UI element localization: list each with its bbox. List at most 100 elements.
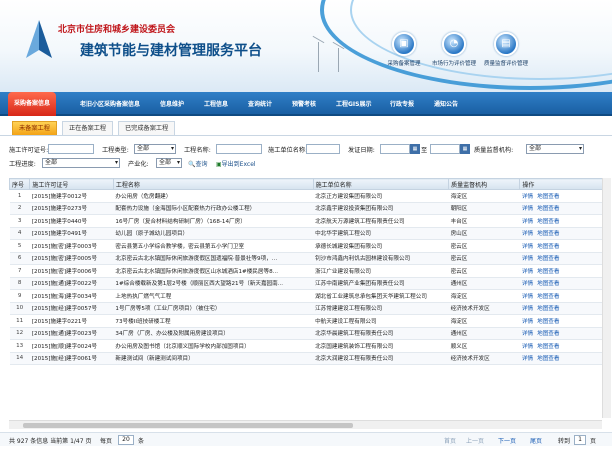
- type-select[interactable]: 全部: [134, 144, 176, 154]
- name-input[interactable]: [216, 144, 262, 154]
- nav-item-gis[interactable]: 工程GIS展示: [336, 99, 371, 108]
- map-view-link[interactable]: 地图查看: [537, 294, 559, 300]
- nav-item-warning[interactable]: 预警考核: [292, 99, 316, 108]
- map-view-link[interactable]: 地图查看: [537, 231, 559, 237]
- search-button[interactable]: 🔍查询: [188, 159, 208, 168]
- cell-index: 9: [9, 289, 30, 303]
- detail-link[interactable]: 详情: [522, 281, 533, 287]
- table-row[interactable]: 9 [2015]施[海]建字0034号 上地热执厂燃气气工程 湖北省工业建筑总承包集团…: [9, 289, 606, 303]
- table-row[interactable]: 6 [2015]施[密]建字0005号 北京密云古北水镇国际休闲旅游度假区国遗福院·…: [9, 252, 606, 265]
- detail-link[interactable]: 详情: [522, 194, 533, 200]
- table-row[interactable]: 7 [2015]施[密]建字0006号 北京密云古北水镇国际休闲旅游度假区山水城酒店…: [9, 264, 606, 278]
- map-view-link[interactable]: 地图查看: [537, 319, 559, 325]
- table-row[interactable]: 2 [2015]施建字0273号 配套热力设施（金海国际小区配套热力行政办公楼工程）…: [9, 202, 606, 215]
- map-view-link[interactable]: 地图查看: [537, 331, 559, 337]
- nav-item-old-community[interactable]: 老旧小区采购备案信息: [80, 99, 140, 108]
- next-page-button[interactable]: 下一页: [498, 436, 516, 445]
- detail-link[interactable]: 详情: [522, 319, 533, 325]
- table-row[interactable]: 11 [2015]施建字0221号 73号楼II班技研楼工程 中航天建设工程有限公司海…: [9, 314, 606, 328]
- col-header-permit[interactable]: 施工许可证号: [29, 178, 114, 190]
- detail-link[interactable]: 详情: [522, 231, 533, 237]
- pagination: 共 927 条信息 当前第 1/47 页 每页 20 条 首页 上一页 下一页 …: [0, 432, 612, 446]
- cell-index: 14: [9, 352, 30, 365]
- permit-input[interactable]: [48, 144, 94, 154]
- date-label: 发证日期:: [348, 147, 375, 154]
- table-row[interactable]: 14 [2015]施[经]建字0061号 新建测试间（新建测试间项目） 北京大润建设工…: [9, 352, 606, 365]
- sub-tabs: 未备案工程 正在备案工程 已完成备案工程: [0, 118, 612, 136]
- date-from-input[interactable]: [380, 144, 410, 154]
- table-row[interactable]: 10 [2015]施[经]建字0057号 1号厂房等5项（工业厂房项目）（被住宅）江…: [9, 302, 606, 315]
- cell-unit: 浙江广业建设有限公司: [313, 264, 449, 278]
- map-view-link[interactable]: 地图查看: [537, 281, 559, 287]
- map-view-link[interactable]: 地图查看: [537, 244, 559, 250]
- nav-item-procurement[interactable]: 采购备案信息: [8, 92, 57, 116]
- detail-link[interactable]: 详情: [522, 356, 533, 362]
- table-row[interactable]: 1 [2015]施建字0012号 办公用房（危房翻建） 北京正方建设集团有限公司 海淀区…: [9, 189, 606, 203]
- detail-link[interactable]: 详情: [522, 244, 533, 250]
- table-row[interactable]: 8 [2015]施[通]建字0022号 1#综合楼载新及第1层2号楼（顺丽区西大望路…: [9, 277, 606, 290]
- detail-link[interactable]: 详情: [522, 294, 533, 300]
- footer-space: [0, 447, 612, 470]
- col-header-index[interactable]: 序号: [8, 178, 31, 190]
- quick-link-quality[interactable]: ▤ 质量监督评价管理: [476, 32, 536, 67]
- scrollbar-thumb[interactable]: [23, 423, 353, 428]
- tab-filed[interactable]: 已完成备案工程: [118, 121, 176, 135]
- quick-link-market[interactable]: ◔ 市场行为评价管理: [424, 32, 484, 67]
- first-page-button[interactable]: 首页: [444, 436, 456, 445]
- vertical-scrollbar[interactable]: [602, 178, 611, 418]
- tab-unfiled[interactable]: 未备案工程: [12, 121, 57, 135]
- cell-dept: 海淀区: [448, 314, 520, 328]
- cell-index: 3: [9, 214, 30, 228]
- table-row[interactable]: 4 [2015]施建字0491号 幼儿园（原子城幼儿园项目） 中北华宇建筑工程公司 房山…: [9, 227, 606, 240]
- nav-item-maintenance[interactable]: 信息维护: [160, 99, 184, 108]
- dept-select[interactable]: 全部: [526, 144, 584, 154]
- detail-link[interactable]: 详情: [522, 219, 533, 225]
- detail-link[interactable]: 详情: [522, 256, 533, 262]
- cell-unit: 北京国建建筑装饰工程有限公司: [313, 339, 449, 353]
- per-page-input[interactable]: 20: [118, 435, 134, 445]
- name-label: 工程名称:: [184, 147, 211, 154]
- unit-input[interactable]: [306, 144, 340, 154]
- progress-select[interactable]: 全部: [42, 158, 120, 168]
- map-view-link[interactable]: 地图查看: [537, 356, 559, 362]
- col-header-unit[interactable]: 施工单位名称: [312, 178, 450, 190]
- detail-link[interactable]: 详情: [522, 306, 533, 312]
- cell-permit: [2015]施建字0440号: [29, 214, 114, 228]
- table-row[interactable]: 3 [2015]施建字0440号 16号厂房（复合材料结构研制厂房）（168-14厂…: [9, 214, 606, 228]
- map-view-link[interactable]: 地图查看: [537, 269, 559, 275]
- tab-filing[interactable]: 正在备案工程: [62, 121, 114, 135]
- map-view-link[interactable]: 地图查看: [537, 344, 559, 350]
- date-sep: 至: [421, 147, 428, 154]
- calendar-icon[interactable]: ▦: [460, 144, 470, 154]
- date-to-input[interactable]: [430, 144, 460, 154]
- nav-item-notice[interactable]: 通知公告: [434, 99, 458, 108]
- cell-name: 北京密云古北水镇国际休闲旅游度假区山水城酒店1#楼民居等8...: [113, 264, 314, 278]
- horizontal-scrollbar[interactable]: [9, 420, 602, 429]
- cell-permit: [2015]施[密]建字0005号: [29, 252, 114, 265]
- detail-link[interactable]: 详情: [522, 206, 533, 212]
- table-row[interactable]: 5 [2015]施[密]建字0003号 密云县第五小学综合教学楼，密云县第五小学门卫…: [9, 239, 606, 253]
- nav-item-query-stats[interactable]: 查询统计: [248, 99, 272, 108]
- map-view-link[interactable]: 地图查看: [537, 306, 559, 312]
- table-row[interactable]: 12 [2015]施[通]建字0023号 34厂房（厂房、办公楼及附属用房建设项目）…: [9, 327, 606, 340]
- nav-item-admin-report[interactable]: 行政专报: [390, 99, 414, 108]
- detail-link[interactable]: 详情: [522, 331, 533, 337]
- export-button[interactable]: ▣导出到Excel: [216, 159, 256, 168]
- table-row[interactable]: 13 [2015]施[顺]建字0024号 办公用房及图书馆（北京顺义国际学校内部加固…: [9, 339, 606, 353]
- calendar-icon[interactable]: ▦: [410, 144, 420, 154]
- prev-page-button[interactable]: 上一页: [466, 436, 484, 445]
- map-view-link[interactable]: 地图查看: [537, 194, 559, 200]
- detail-link[interactable]: 详情: [522, 344, 533, 350]
- detail-link[interactable]: 详情: [522, 269, 533, 275]
- nav-item-project-info[interactable]: 工程信息: [204, 99, 228, 108]
- goto-input[interactable]: 1: [574, 435, 586, 445]
- col-header-dept[interactable]: 质量监督机构: [448, 178, 521, 190]
- col-header-name[interactable]: 工程名称: [112, 178, 314, 190]
- map-view-link[interactable]: 地图查看: [537, 256, 559, 262]
- industry-select[interactable]: 全部: [156, 158, 182, 168]
- map-view-link[interactable]: 地图查看: [537, 206, 559, 212]
- last-page-button[interactable]: 尾页: [530, 436, 542, 445]
- per-page-unit: 条: [138, 438, 145, 445]
- map-view-link[interactable]: 地图查看: [537, 219, 559, 225]
- cell-permit: [2015]施[密]建字0003号: [29, 239, 114, 253]
